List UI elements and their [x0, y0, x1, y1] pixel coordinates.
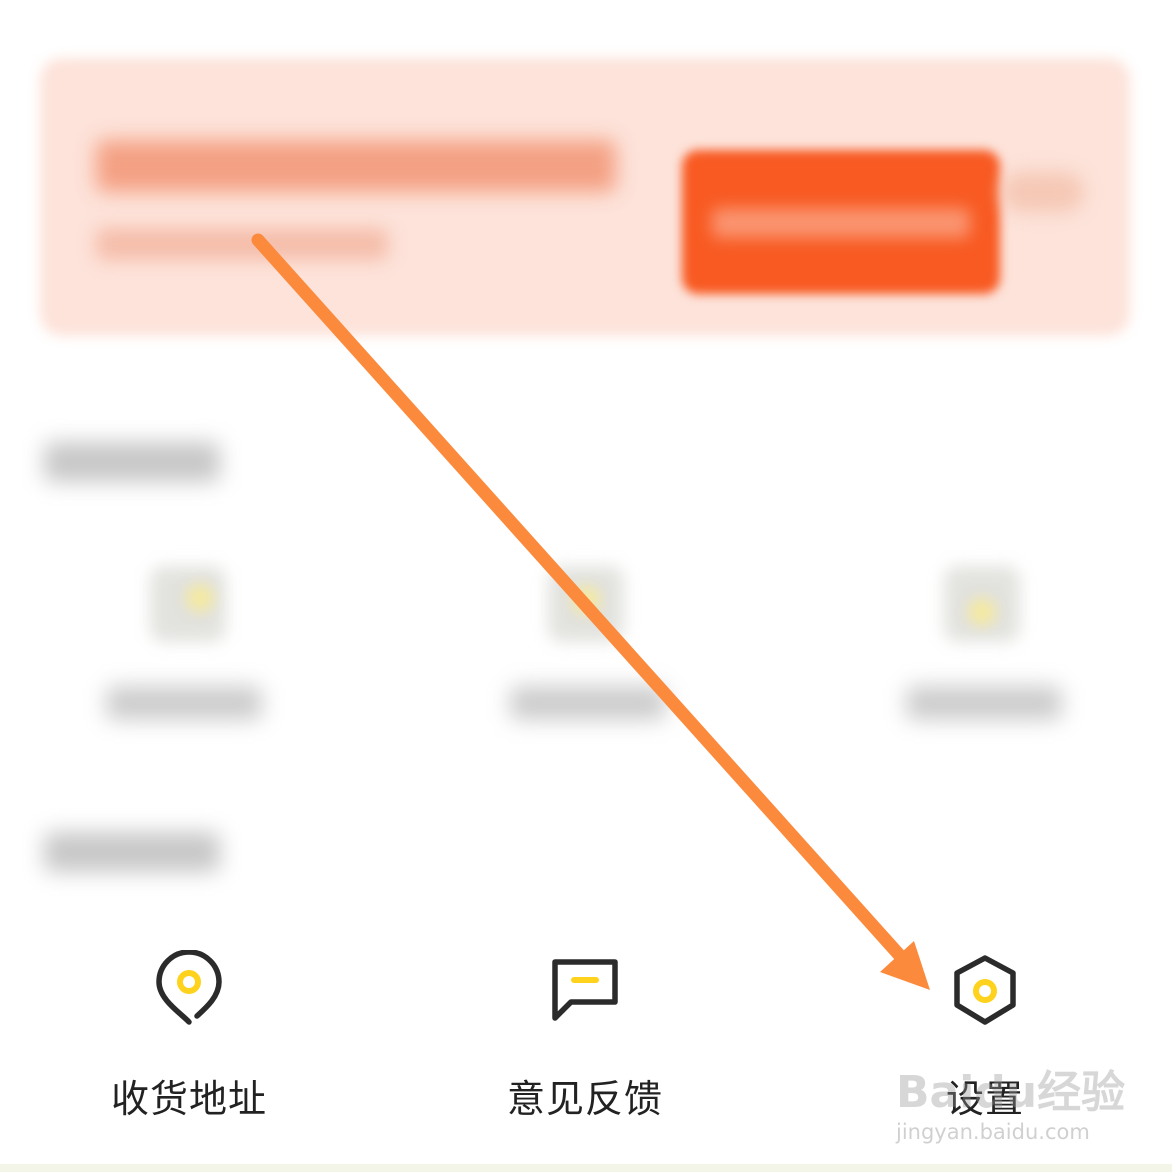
promo-banner-button-label [712, 208, 970, 238]
tool-label [906, 686, 1062, 720]
section-title-services [44, 832, 220, 872]
promo-banner-decoration [1002, 172, 1084, 212]
promo-banner-title [96, 140, 616, 192]
section-title-tools [44, 442, 220, 482]
location-pin-icon [149, 950, 229, 1030]
service-label: 收货地址 [110, 1077, 267, 1121]
bottom-edge [0, 1164, 1172, 1172]
tool-icon-accent [572, 586, 600, 614]
mine-page-screen: 收货地址 意见反馈 设置 Baidu经验 jingyan.baidu.com [0, 0, 1172, 1172]
settings-hexagon-icon [945, 950, 1025, 1030]
tool-icon-accent [186, 584, 214, 612]
service-feedback[interactable]: 意见反馈 [460, 950, 710, 1130]
service-shipping-address[interactable]: 收货地址 [64, 950, 314, 1130]
service-settings[interactable]: 设置 [860, 950, 1110, 1130]
service-label: 意见反馈 [506, 1077, 663, 1121]
service-label: 设置 [945, 1077, 1024, 1121]
tool-icon-accent [968, 598, 996, 626]
feedback-chat-icon [545, 950, 625, 1030]
promo-banner-subtitle [96, 228, 388, 260]
tool-label [510, 686, 666, 720]
tool-label [106, 686, 262, 720]
